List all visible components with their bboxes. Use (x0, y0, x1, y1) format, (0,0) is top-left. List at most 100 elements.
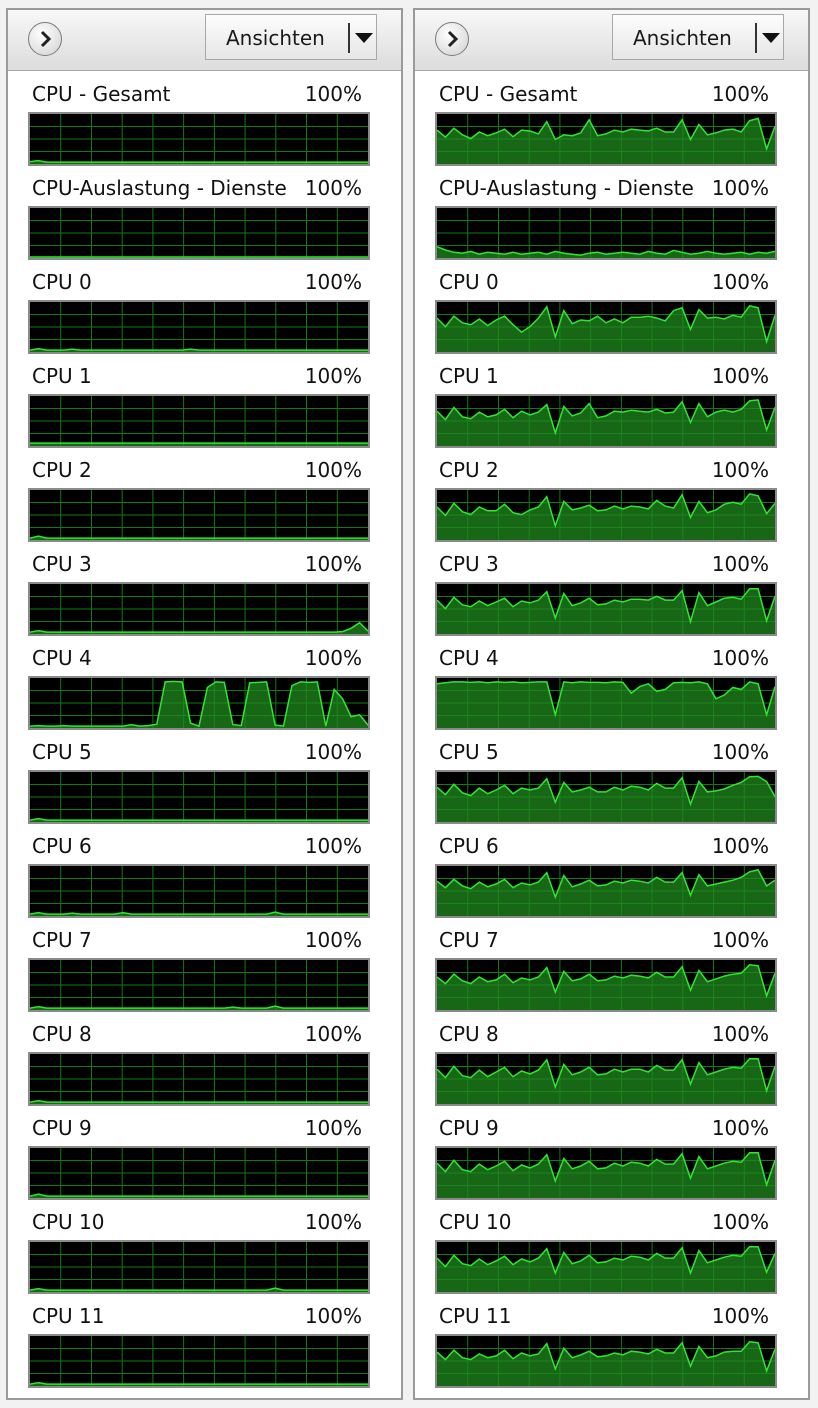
cpu-usage-chart (437, 1054, 775, 1104)
cpu-usage-graph (28, 1052, 370, 1106)
cpu-graph-label: CPU 2 (439, 458, 499, 482)
cpu-usage-graph (435, 582, 777, 636)
cpu-usage-graph (435, 1146, 777, 1200)
cpu-usage-chart (437, 866, 775, 916)
cpu-usage-graph (435, 770, 777, 824)
cpu-graphs-panel-left: Ansichten CPU - Gesamt 100% CPU-Auslastung… (6, 8, 403, 1400)
cpu-graph-label: CPU 10 (439, 1210, 512, 1234)
cpu-graph-max-value: 100% (711, 1304, 769, 1328)
views-dropdown-label: Ansichten (633, 26, 732, 50)
cpu-usage-chart (30, 960, 368, 1010)
cpu-graph-label: CPU 7 (439, 928, 499, 952)
cpu-graph-max-value: 100% (711, 1116, 769, 1140)
cpu-graph-label: CPU - Gesamt (439, 82, 578, 106)
cpu-usage-graph (435, 206, 777, 260)
triangle-down-icon[interactable] (355, 33, 373, 43)
views-dropdown-button[interactable]: Ansichten (205, 14, 377, 60)
chevron-right-icon[interactable] (28, 22, 62, 56)
cpu-graph-label: CPU 11 (32, 1304, 105, 1328)
cpu-usage-graph (28, 300, 370, 354)
cpu-graph-max-value: 100% (711, 834, 769, 858)
cpu-usage-graph (28, 864, 370, 918)
cpu-usage-chart (30, 490, 368, 540)
cpu-graph-label: CPU 11 (439, 1304, 512, 1328)
cpu-usage-chart (30, 396, 368, 446)
cpu-graph-label: CPU 8 (32, 1022, 92, 1046)
cpu-usage-chart (30, 1242, 368, 1292)
cpu-usage-chart (437, 1148, 775, 1198)
cpu-usage-chart (30, 678, 368, 728)
cpu-usage-chart (437, 960, 775, 1010)
cpu-graph-max-value: 100% (304, 270, 362, 294)
cpu-usage-chart (437, 114, 775, 164)
cpu-graph-label: CPU-Auslastung - Dienste (32, 176, 287, 200)
panel-toolbar: Ansichten (415, 10, 808, 71)
cpu-graph-label: CPU 5 (439, 740, 499, 764)
cpu-graph-label: CPU 6 (32, 834, 92, 858)
cpu-usage-graph (28, 676, 370, 730)
cpu-graph-max-value: 100% (304, 646, 362, 670)
cpu-usage-graph (435, 958, 777, 1012)
cpu-graph-max-value: 100% (711, 82, 769, 106)
dropdown-separator (348, 23, 350, 53)
cpu-usage-graph (28, 206, 370, 260)
cpu-graph-label: CPU 3 (32, 552, 92, 576)
cpu-usage-chart (30, 1148, 368, 1198)
cpu-graph-label: CPU - Gesamt (32, 82, 171, 106)
cpu-usage-chart (437, 1242, 775, 1292)
triangle-down-icon[interactable] (762, 33, 780, 43)
cpu-graph-max-value: 100% (711, 364, 769, 388)
cpu-graph-label: CPU 7 (32, 928, 92, 952)
cpu-graph-max-value: 100% (711, 270, 769, 294)
cpu-usage-chart (30, 1054, 368, 1104)
cpu-usage-graph (435, 1052, 777, 1106)
cpu-usage-chart (30, 208, 368, 258)
cpu-graph-label: CPU 0 (32, 270, 92, 294)
cpu-usage-chart (437, 208, 775, 258)
cpu-graph-max-value: 100% (711, 552, 769, 576)
cpu-usage-chart (437, 302, 775, 352)
resource-monitor-cpu-view: Ansichten CPU - Gesamt 100% CPU-Auslastung… (0, 0, 818, 1408)
cpu-usage-graph (435, 300, 777, 354)
cpu-graph-label: CPU 8 (439, 1022, 499, 1046)
cpu-usage-graph (435, 864, 777, 918)
cpu-usage-chart (437, 584, 775, 634)
cpu-graph-label: CPU 2 (32, 458, 92, 482)
views-dropdown-button[interactable]: Ansichten (612, 14, 784, 60)
cpu-usage-graph (28, 488, 370, 542)
cpu-graph-max-value: 100% (304, 834, 362, 858)
cpu-graph-max-value: 100% (304, 458, 362, 482)
cpu-usage-graph (435, 1240, 777, 1294)
cpu-graph-label: CPU 3 (439, 552, 499, 576)
cpu-graph-max-value: 100% (304, 1304, 362, 1328)
cpu-usage-graph (28, 1146, 370, 1200)
cpu-graph-max-value: 100% (304, 928, 362, 952)
chevron-right-icon[interactable] (435, 22, 469, 56)
cpu-graph-label: CPU 10 (32, 1210, 105, 1234)
cpu-usage-chart (30, 114, 368, 164)
cpu-graph-label: CPU 9 (439, 1116, 499, 1140)
cpu-usage-graph (28, 582, 370, 636)
cpu-graph-max-value: 100% (711, 1210, 769, 1234)
cpu-usage-graph (435, 676, 777, 730)
cpu-graph-max-value: 100% (711, 1022, 769, 1046)
cpu-usage-chart (437, 1336, 775, 1386)
cpu-graph-label: CPU 1 (439, 364, 499, 388)
cpu-graph-label: CPU 4 (32, 646, 92, 670)
cpu-usage-graph (435, 112, 777, 166)
cpu-usage-graph (28, 1334, 370, 1388)
views-dropdown-label: Ansichten (226, 26, 325, 50)
cpu-usage-chart (30, 1336, 368, 1386)
cpu-graph-max-value: 100% (304, 82, 362, 106)
cpu-usage-graph (435, 394, 777, 448)
cpu-graph-max-value: 100% (304, 1116, 362, 1140)
cpu-usage-chart (30, 302, 368, 352)
dropdown-separator (755, 23, 757, 53)
cpu-usage-chart (30, 866, 368, 916)
cpu-usage-chart (30, 772, 368, 822)
cpu-graph-label: CPU-Auslastung - Dienste (439, 176, 694, 200)
cpu-graphs-panel-right: Ansichten CPU - Gesamt 100% CPU-Auslastung… (413, 8, 810, 1400)
cpu-graph-max-value: 100% (304, 740, 362, 764)
cpu-usage-graph (435, 488, 777, 542)
cpu-graph-max-value: 100% (304, 1022, 362, 1046)
